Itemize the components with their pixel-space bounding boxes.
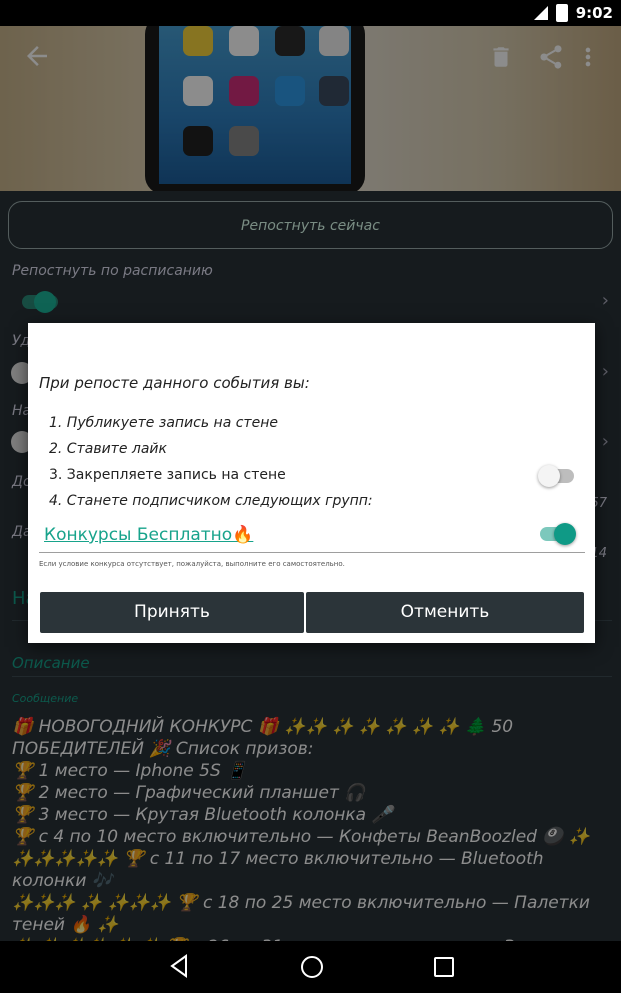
repost-dialog: При репосте данного события вы: 1. Публи… xyxy=(28,323,595,643)
nav-home-icon[interactable] xyxy=(301,956,323,978)
dialog-note: Если условие конкурса отсутствует, пожал… xyxy=(39,560,345,568)
divider xyxy=(39,552,585,553)
pin-post-toggle[interactable] xyxy=(538,465,574,487)
nav-back-icon[interactable] xyxy=(168,953,190,979)
cancel-button[interactable]: Отменить xyxy=(306,592,584,633)
dialog-title: При репосте данного события вы: xyxy=(39,374,310,392)
status-bar: 9:02 xyxy=(0,0,621,26)
dialog-item: 4. Станете подписчиком следующих групп: xyxy=(49,493,373,509)
signal-icon xyxy=(533,6,548,20)
nav-recents-icon[interactable] xyxy=(434,957,454,977)
dialog-item: 2. Ставите лайк xyxy=(49,441,167,457)
dialog-item: 1. Публикуете запись на стене xyxy=(49,415,278,431)
group-subscribe-toggle[interactable] xyxy=(540,523,576,545)
dialog-item: 3. Закрепляете запись на стене xyxy=(49,467,286,483)
status-time: 9:02 xyxy=(575,4,613,22)
accept-button[interactable]: Принять xyxy=(40,592,304,633)
group-link[interactable]: Конкурсы Бесплатно🔥 xyxy=(44,525,253,545)
battery-icon xyxy=(555,4,568,22)
navigation-bar xyxy=(0,941,621,993)
